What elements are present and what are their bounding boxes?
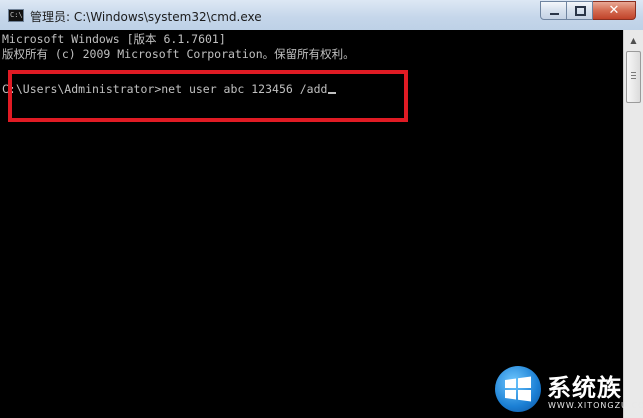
windows-logo-icon — [495, 366, 541, 412]
vertical-scrollbar[interactable]: ▲ — [623, 30, 643, 418]
title-bar[interactable]: C:\ 管理员: C:\Windows\system32\cmd.exe ✕ — [0, 0, 643, 32]
cmd-window: C:\ 管理员: C:\Windows\system32\cmd.exe ✕ M… — [0, 0, 643, 418]
site-watermark: 系统族 WWW.XITONGZU.COM — [495, 364, 643, 416]
minimize-icon — [550, 13, 559, 15]
window-title: 管理员: C:\Windows\system32\cmd.exe — [30, 10, 262, 24]
minimize-button[interactable] — [540, 1, 567, 20]
scroll-up-icon[interactable]: ▲ — [626, 33, 641, 48]
cmd-icon[interactable]: C:\ — [8, 9, 24, 22]
window-controls: ✕ — [540, 1, 636, 20]
scrollbar-thumb[interactable] — [626, 51, 641, 103]
console-line-version: Microsoft Windows [版本 6.1.7601] — [2, 32, 226, 46]
thumb-grip-line — [631, 75, 636, 76]
thumb-grip-line — [631, 78, 636, 79]
console-line-copyright: 版权所有 (c) 2009 Microsoft Corporation。保留所有… — [2, 47, 355, 61]
thumb-grip-line — [631, 72, 636, 73]
close-button[interactable]: ✕ — [593, 1, 636, 20]
watermark-domain: WWW.XITONGZU.COM — [548, 401, 643, 410]
maximize-button[interactable] — [567, 1, 593, 20]
close-icon: ✕ — [608, 3, 620, 18]
watermark-name: 系统族 — [547, 374, 622, 402]
command-highlight-box — [8, 70, 408, 122]
maximize-icon — [575, 6, 586, 16]
